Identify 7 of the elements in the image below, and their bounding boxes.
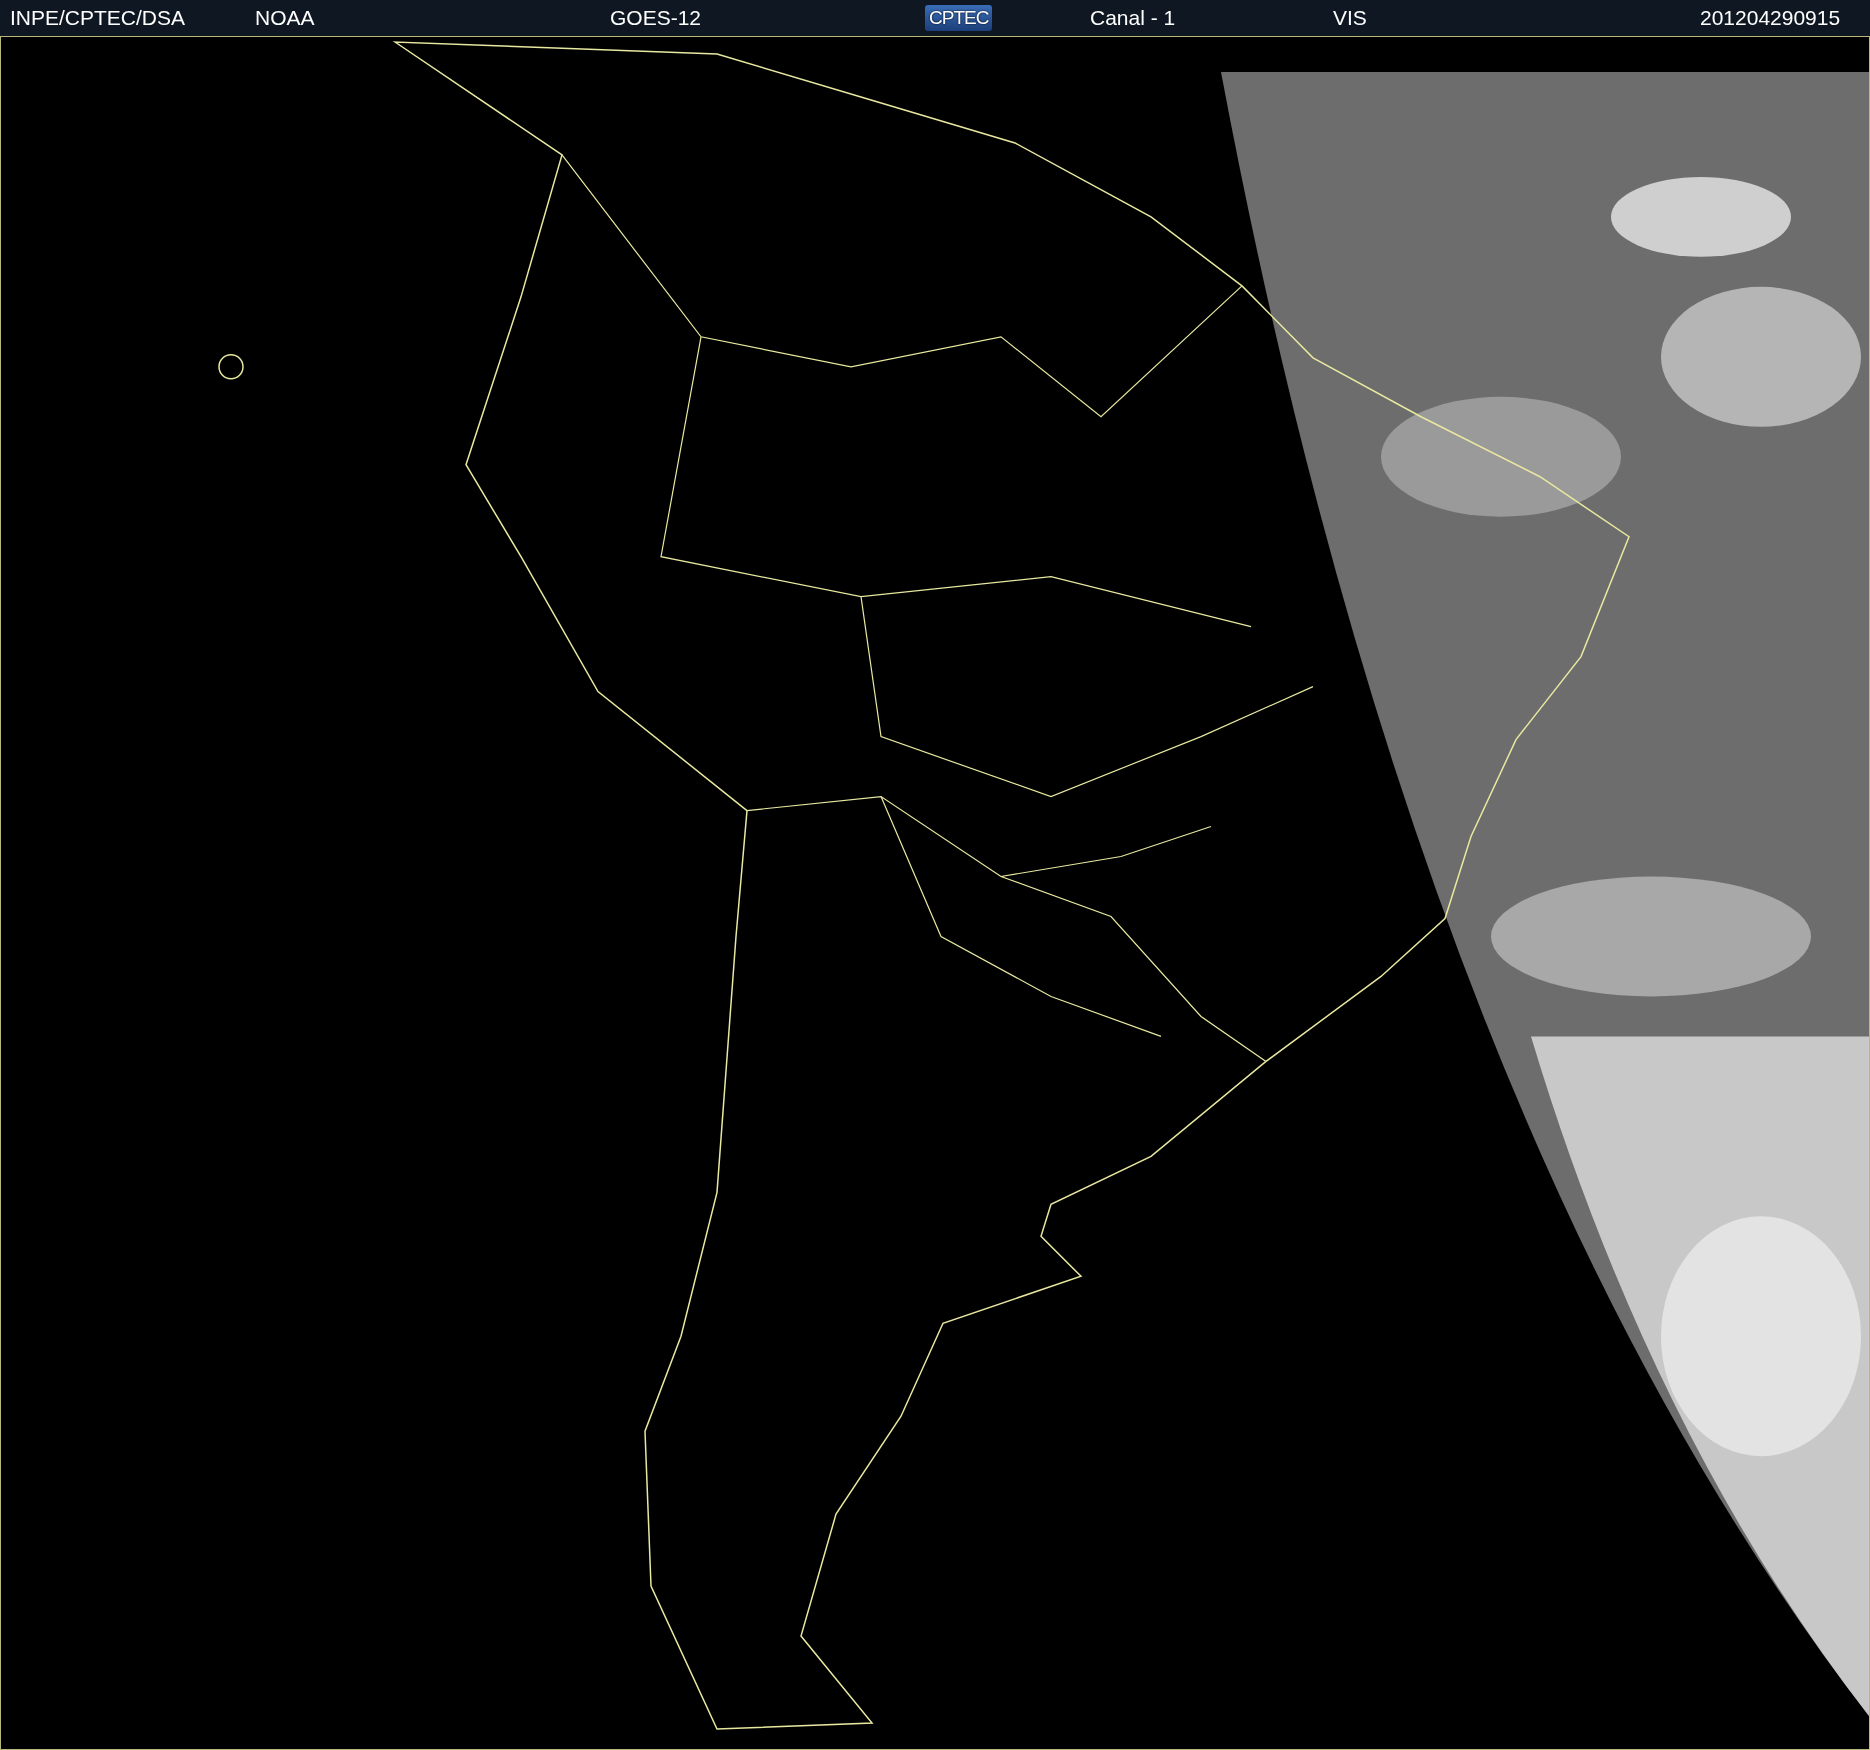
header-label: VIS — [1333, 6, 1367, 30]
header-label: NOAA — [255, 6, 315, 30]
header-label: GOES-12 — [610, 6, 702, 30]
logo: CPTEC — [925, 5, 993, 31]
header-label: Canal - 1 — [1090, 6, 1176, 30]
header-label: INPE/CPTEC/DSA — [10, 6, 186, 30]
header-label: 201204290915 — [1700, 6, 1841, 30]
